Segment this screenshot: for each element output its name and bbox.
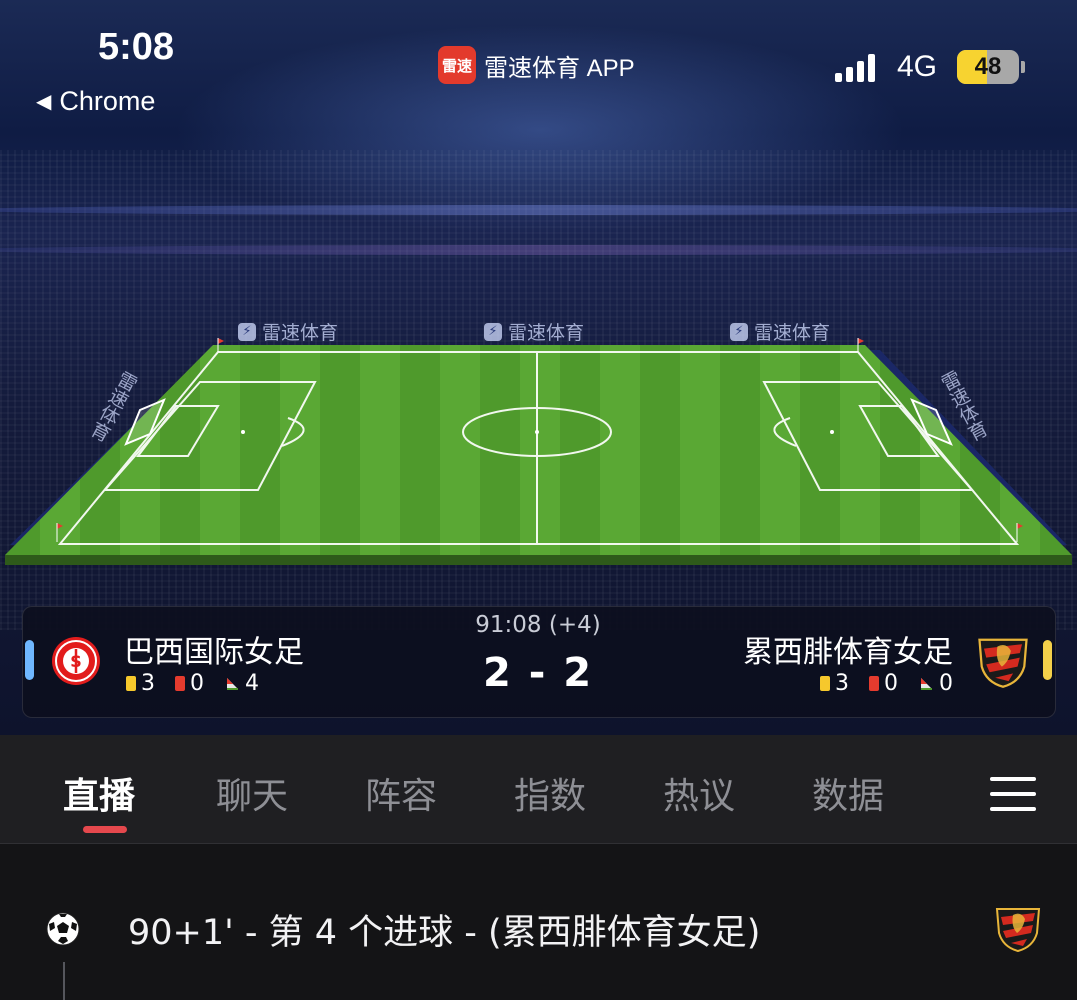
home-team-crest-icon[interactable]: S xyxy=(51,636,101,686)
away-team-crest-icon[interactable] xyxy=(975,633,1031,689)
tab-lineup[interactable]: 阵容 xyxy=(365,767,437,819)
soccer-ball-icon xyxy=(46,912,80,946)
match-clock: 91:08 (+4) xyxy=(475,612,601,638)
corner-flag-icon xyxy=(227,677,238,690)
ad-board-label: 雷速体育 xyxy=(262,322,339,344)
app-name: 雷速体育 APP xyxy=(484,54,635,82)
away-team-stats: 3 0 0 xyxy=(820,671,953,696)
home-yellow-cards: 3 xyxy=(141,671,155,696)
ad-board: ⚡ 雷速体育 xyxy=(238,318,338,345)
leisu-logo-icon: ⚡ xyxy=(238,322,256,341)
yellow-card-icon xyxy=(820,676,830,691)
away-red-cards: 0 xyxy=(884,671,898,696)
away-team-indicator xyxy=(1043,640,1052,680)
event-timeline xyxy=(63,962,65,1000)
active-tab-indicator xyxy=(83,826,127,833)
match-score: 2 - 2 xyxy=(482,650,594,696)
back-app-label: Chrome xyxy=(59,86,156,116)
battery-percent: 48 xyxy=(974,53,1002,80)
event-description: 90+1' - 第 4 个进球 - (累西腓体育女足) xyxy=(128,913,761,953)
home-team-stats: 3 0 4 xyxy=(126,671,259,696)
app-banner[interactable]: 雷速 雷速体育 APP xyxy=(438,46,635,84)
battery-icon: 48 xyxy=(957,50,1019,84)
cellular-signal-icon xyxy=(835,54,875,82)
away-team-name[interactable]: 累西腓体育女足 xyxy=(743,627,953,671)
stadium-tier-light xyxy=(0,205,1077,215)
ad-board-label: 雷速体育 xyxy=(508,322,585,344)
tab-live[interactable]: 直播 xyxy=(63,767,135,819)
ad-board-label: 雷速体育 xyxy=(754,322,831,344)
tab-stats[interactable]: 数据 xyxy=(812,767,884,819)
stadium-tier-light xyxy=(0,245,1077,255)
tab-discussion[interactable]: 热议 xyxy=(663,767,735,819)
tab-odds[interactable]: 指数 xyxy=(514,767,586,819)
home-team-name[interactable]: 巴西国际女足 xyxy=(124,627,304,671)
tab-chat[interactable]: 聊天 xyxy=(216,767,288,819)
network-type: 4G xyxy=(897,50,938,83)
ad-board: ⚡ 雷速体育 xyxy=(730,318,830,345)
status-time: 5:08 xyxy=(98,26,175,68)
home-team-indicator xyxy=(25,640,34,680)
leisu-logo-icon: ⚡ xyxy=(484,322,502,341)
home-corners: 4 xyxy=(245,671,259,696)
yellow-card-icon xyxy=(126,676,136,691)
red-card-icon xyxy=(869,676,879,691)
corner-flag-icon xyxy=(921,677,932,690)
home-red-cards: 0 xyxy=(190,671,204,696)
ad-board: ⚡ 雷速体育 xyxy=(484,318,584,345)
app-logo-icon: 雷速 xyxy=(438,46,476,84)
away-yellow-cards: 3 xyxy=(835,671,849,696)
away-team-crest-icon xyxy=(995,908,1041,953)
away-corners: 0 xyxy=(939,671,953,696)
battery-tip xyxy=(1021,61,1025,73)
tab-bar: 直播 聊天 阵容 指数 热议 数据 xyxy=(0,735,1077,844)
leisu-logo-icon: ⚡ xyxy=(730,322,748,341)
back-to-chrome[interactable]: ◀ Chrome xyxy=(36,86,155,117)
red-card-icon xyxy=(175,676,185,691)
back-arrow-icon: ◀ xyxy=(36,91,52,113)
hamburger-menu-icon[interactable] xyxy=(990,775,1036,813)
